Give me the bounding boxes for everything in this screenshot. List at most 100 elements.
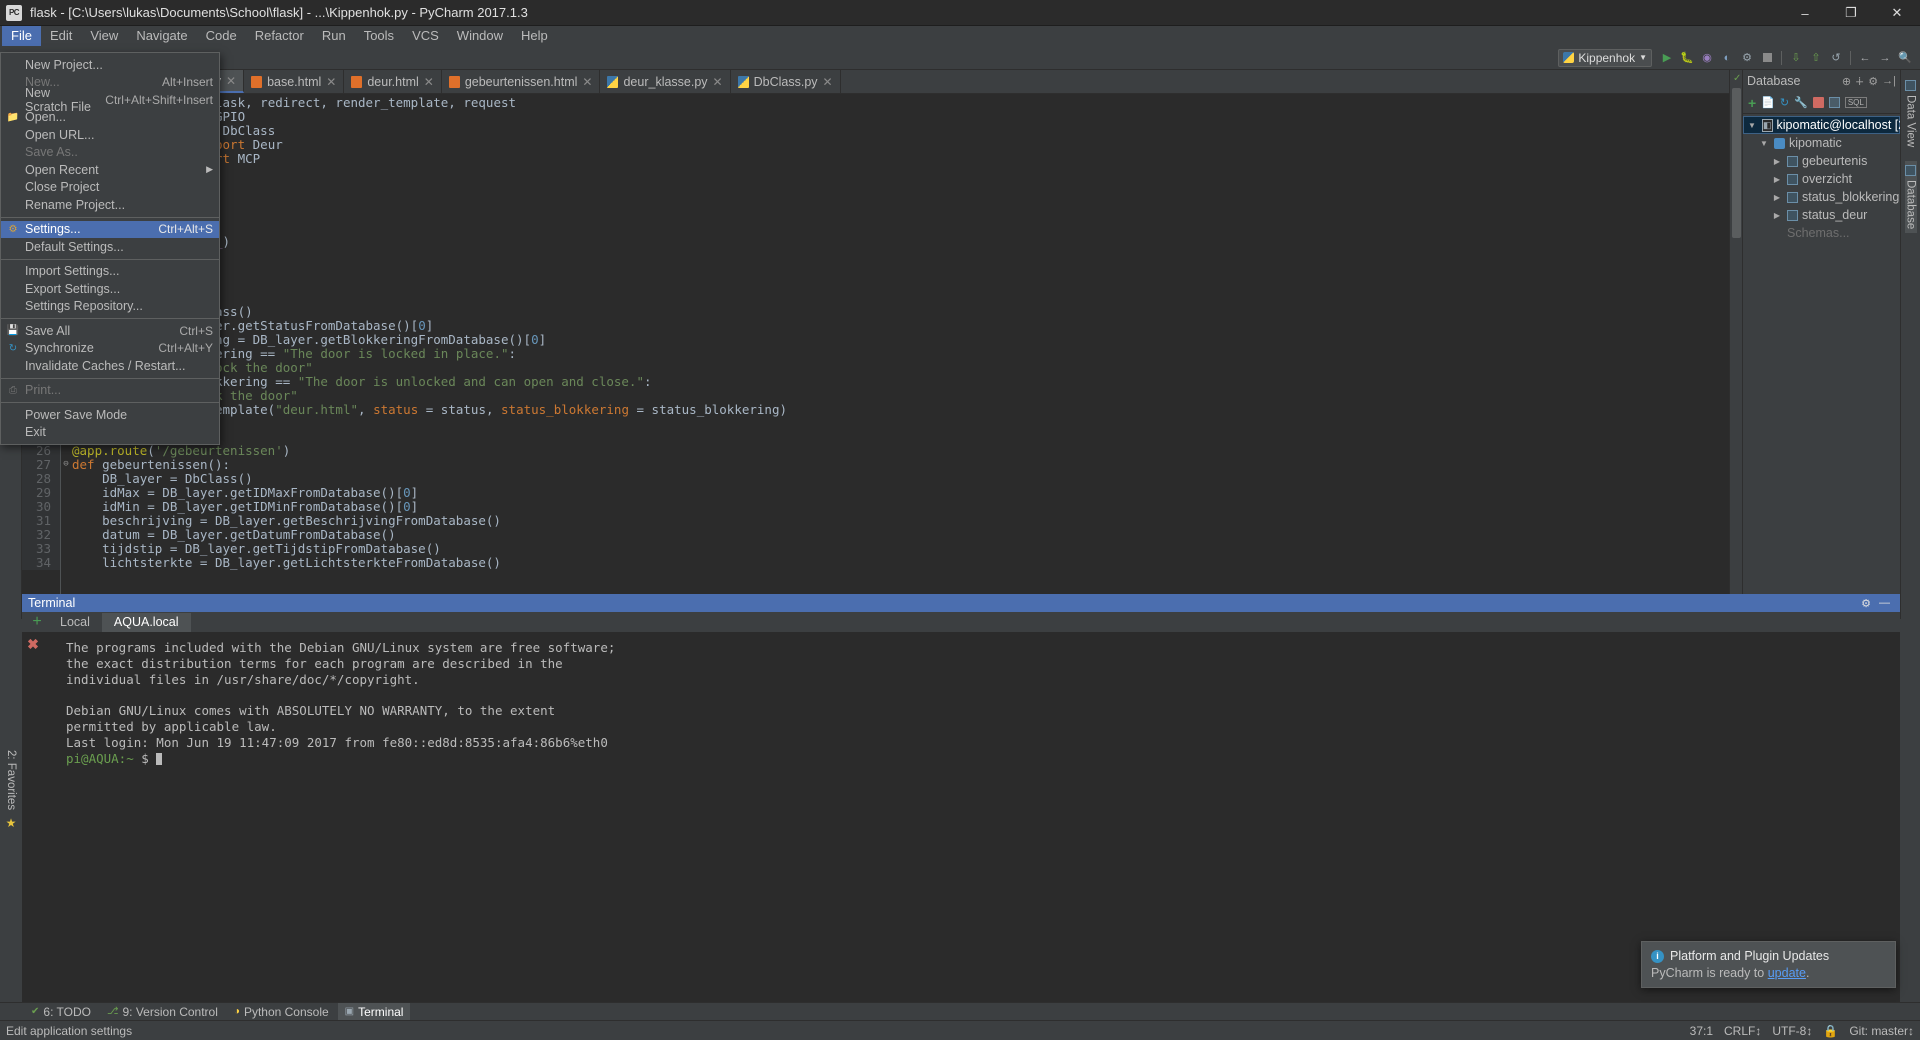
db-tree-item-overzicht[interactable]: ▶ overzicht	[1743, 170, 1900, 188]
code-line[interactable]: 24	[22, 416, 1729, 431]
stop-query-icon[interactable]	[1812, 97, 1824, 108]
db-tree-item-kipomatic[interactable]: ▼ kipomatic	[1743, 134, 1900, 152]
code-line[interactable]: 20 knop = "unlock the door"	[22, 360, 1729, 375]
editor-vertical-scrollbar[interactable]: ✓	[1729, 70, 1742, 619]
hide-icon[interactable]: →|	[1882, 75, 1896, 87]
code-line[interactable]: 1⊖from flask import Flask, redirect, ren…	[22, 96, 1729, 110]
code-line[interactable]: 31 beschrijving = DB_layer.getBeschrijvi…	[22, 514, 1729, 529]
duplicate-icon[interactable]: 📄	[1761, 96, 1775, 109]
toolwindow-button-terminal[interactable]: ▣ Terminal	[337, 1002, 411, 1021]
file-menu-item-rename-project[interactable]: Rename Project...	[1, 196, 219, 214]
menu-window[interactable]: Window	[448, 26, 512, 46]
add-datasource-icon[interactable]: +	[1748, 95, 1756, 111]
fold-marker-icon[interactable]: ⊖	[60, 458, 72, 472]
editor-body[interactable]: 1⊖from flask import Flask, redirect, ren…	[22, 94, 1729, 609]
terminal-output[interactable]: The programs included with the Debian GN…	[44, 632, 1900, 1002]
caret-position[interactable]: 37:1	[1690, 1024, 1713, 1038]
code-line[interactable]: 14@app.route('/')	[22, 277, 1729, 292]
chevron-right-icon[interactable]: ▶	[1771, 193, 1783, 202]
new-session-icon[interactable]: +	[26, 613, 48, 631]
close-tab-icon[interactable]: ✕	[823, 75, 833, 89]
run-icon[interactable]: ▶	[1658, 49, 1676, 67]
db-tree-item-kipomatic-localhost-2[interactable]: ▼ ◧ kipomatic@localhost [2]	[1743, 116, 1909, 134]
minimize-button[interactable]: –	[1782, 0, 1828, 26]
menu-help[interactable]: Help	[512, 26, 557, 46]
sql-console-icon[interactable]: SQL	[1844, 97, 1867, 108]
code-line[interactable]: 5from MCPklasse import MCP	[22, 151, 1729, 166]
code-line[interactable]: 29 idMax = DB_layer.getIDMaxFromDatabase…	[22, 486, 1729, 501]
editor-tab-dbclass-py[interactable]: DbClass.py ✕	[730, 70, 841, 93]
code-line[interactable]: 11app = Flask(__name__)	[22, 235, 1729, 250]
jump-to-console-icon[interactable]	[1828, 97, 1840, 108]
close-session-icon[interactable]: ✖	[27, 636, 39, 1002]
chevron-right-icon[interactable]: ▶	[1771, 157, 1783, 166]
file-menu-item-exit[interactable]: Exit	[1, 424, 219, 442]
file-menu-item-close-project[interactable]: Close Project	[1, 179, 219, 197]
toolwindow-button-6-todo[interactable]: ✔ 6: TODO	[24, 1003, 98, 1021]
menu-run[interactable]: Run	[313, 26, 355, 46]
code-line[interactable]: 16 DB_layer = DbClass()	[22, 305, 1729, 319]
code-line[interactable]: 33 tijdstip = DB_layer.getTijdstipFromDa…	[22, 542, 1729, 556]
coverage-icon[interactable]: ◉	[1698, 49, 1716, 67]
db-tree-item-status-blokkering[interactable]: ▶ status_blokkering	[1743, 188, 1900, 206]
menu-vcs[interactable]: VCS	[403, 26, 448, 46]
gear-icon[interactable]: ⚙	[1868, 75, 1878, 88]
code-area[interactable]: 1⊖from flask import Flask, redirect, ren…	[22, 94, 1729, 609]
file-menu-item-settings[interactable]: ⚙ Settings... Ctrl+Alt+S	[1, 220, 219, 238]
code-line[interactable]: 17 status = DB_layer.getStatusFromDataba…	[22, 319, 1729, 333]
code-line[interactable]: 22 knop = "lock the door"	[22, 388, 1729, 403]
lock-icon[interactable]: 🔒	[1823, 1024, 1838, 1038]
terminal-prompt-line[interactable]: pi@AQUA:~ $	[66, 751, 1900, 767]
code-line[interactable]: 34 lichtsterkte = DB_layer.getLichtsterk…	[22, 555, 1729, 570]
chevron-right-icon[interactable]: ▶	[1771, 211, 1783, 220]
scrollbar-thumb-vertical[interactable]	[1732, 88, 1741, 238]
code-line[interactable]: 9import threading	[22, 207, 1729, 222]
undo-icon[interactable]: ←	[1856, 49, 1874, 67]
file-menu-item-export-settings[interactable]: Export Settings...	[1, 280, 219, 298]
close-tab-icon[interactable]: ✕	[326, 75, 336, 89]
right-strip-tab-data-view[interactable]: Data View	[1905, 76, 1917, 151]
menu-edit[interactable]: Edit	[41, 26, 81, 46]
refresh-icon[interactable]: ↻	[1780, 96, 1789, 109]
code-line[interactable]: 23△ return render_template("deur.html", …	[22, 402, 1729, 417]
file-menu-item-save-all[interactable]: 💾 Save All Ctrl+S	[1, 322, 219, 340]
profile-icon[interactable]: ◐	[1718, 49, 1736, 67]
code-line[interactable]: 26 @app.route('/gebeurtenissen')	[22, 444, 1729, 459]
menu-view[interactable]: View	[81, 26, 127, 46]
db-tree-item-schemas[interactable]: Schemas...	[1743, 224, 1900, 242]
db-tree-item-gebeurtenis[interactable]: ▶ gebeurtenis	[1743, 152, 1900, 170]
menu-tools[interactable]: Tools	[355, 26, 403, 46]
code-line[interactable]: 19 if status_blokkering == "The door is …	[22, 346, 1729, 361]
file-menu-item-new-project[interactable]: New Project...	[1, 56, 219, 74]
close-tab-icon[interactable]: ✕	[582, 75, 592, 89]
code-line[interactable]: 10	[22, 221, 1729, 236]
datasource-properties-icon[interactable]: 🔧	[1794, 96, 1808, 109]
file-menu-item-power-save-mode[interactable]: Power Save Mode	[1, 406, 219, 424]
code-line[interactable]: 30 idMin = DB_layer.getIDMinFromDatabase…	[22, 500, 1729, 515]
terminal-tab-aqua-local[interactable]: AQUA.local	[101, 612, 191, 632]
close-tab-icon[interactable]: ✕	[226, 74, 236, 88]
right-strip-tab-database[interactable]: Database	[1904, 161, 1917, 234]
code-line[interactable]: 28 DB_layer = DbClass()	[22, 472, 1729, 487]
menu-file[interactable]: File	[2, 26, 41, 46]
line-separator[interactable]: CRLF↕	[1724, 1024, 1761, 1038]
code-line[interactable]: 3from DbClass import DbClass	[22, 123, 1729, 138]
code-line[interactable]: 7import datetime	[22, 179, 1729, 194]
file-menu-item-default-settings[interactable]: Default Settings...	[1, 238, 219, 256]
file-menu-item-invalidate-caches-restart[interactable]: Invalidate Caches / Restart...	[1, 357, 219, 375]
gear-icon[interactable]: ⚙	[1857, 597, 1875, 610]
collapse-all-icon[interactable]: ∔	[1855, 75, 1864, 88]
expand-all-icon[interactable]: ⊕	[1842, 75, 1851, 88]
file-menu-item-new-scratch-file[interactable]: New Scratch File Ctrl+Alt+Shift+Insert	[1, 86, 219, 114]
close-tab-icon[interactable]: ✕	[424, 75, 434, 89]
vcs-update-icon[interactable]: ⇩	[1787, 49, 1805, 67]
code-line[interactable]: 2import RPi.GPIO as GPIO	[22, 109, 1729, 124]
code-line[interactable]: 4from deur_klasse import Deur	[22, 137, 1729, 152]
terminal-tab-local[interactable]: Local	[48, 613, 102, 632]
run-configuration-selector[interactable]: Kippenhok ▼	[1558, 48, 1652, 67]
code-line[interactable]: 12	[22, 249, 1729, 264]
file-menu-item-import-settings[interactable]: Import Settings...	[1, 263, 219, 281]
file-menu-item-open[interactable]: 📁 Open...	[1, 109, 219, 127]
file-menu-item-settings-repository[interactable]: Settings Repository...	[1, 298, 219, 316]
code-line[interactable]: 6import spidev	[22, 165, 1729, 180]
